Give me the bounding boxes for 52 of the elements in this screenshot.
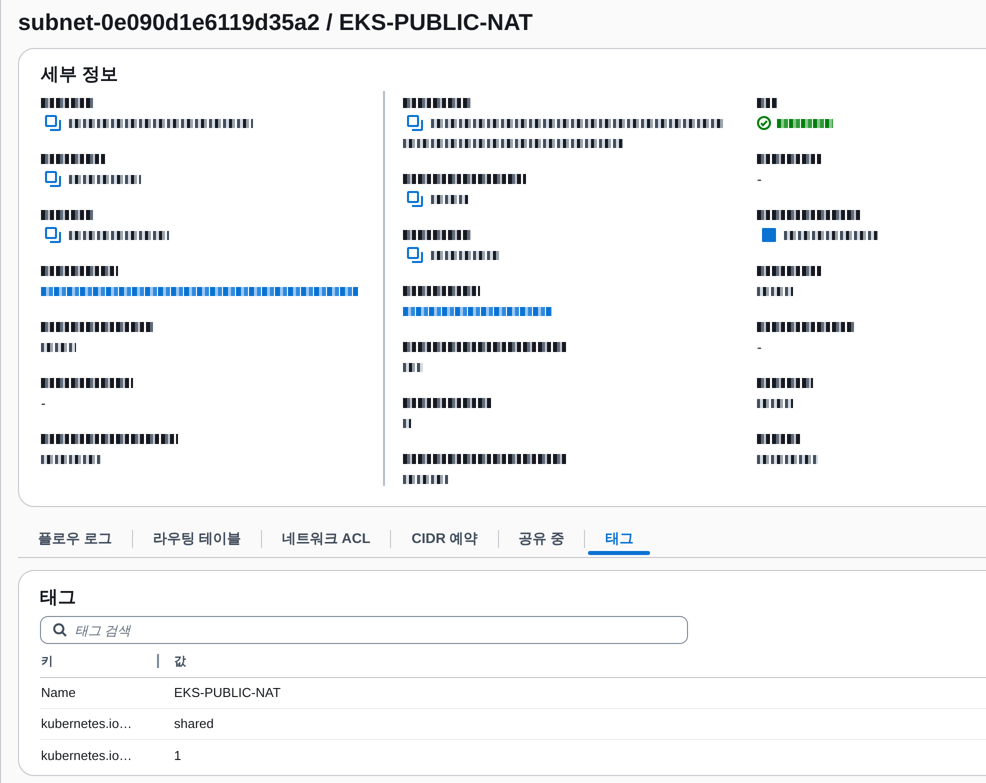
tab[interactable]: 플로우 로그 (18, 520, 132, 558)
pixelated-text (41, 454, 101, 464)
copy-icon[interactable] (407, 247, 423, 263)
table-cell-text: shared (174, 715, 214, 734)
status-icon (757, 116, 771, 130)
tab[interactable]: CIDR 예약 (391, 520, 498, 558)
column-header: 키 (40, 652, 54, 670)
pixelated-text (431, 194, 468, 204)
search-field[interactable]: 태그 검색 (40, 616, 688, 644)
pixelated-text (69, 174, 141, 184)
search-icon (53, 623, 67, 637)
section-title: 세부 정보 (41, 63, 118, 86)
page-title: subnet-0e090d1e6119d35a2 / EKS-PUBLIC-NAT (18, 8, 533, 36)
pixelated-text (757, 154, 821, 164)
pixelated-text (41, 210, 93, 220)
table-cell-text: Name (40, 684, 77, 702)
copy-icon[interactable] (45, 115, 61, 131)
pixelated-text (403, 362, 423, 372)
tab[interactable]: 태그 (585, 520, 654, 558)
column-resize-handle[interactable] (157, 654, 159, 668)
pixelated-text (777, 118, 833, 128)
tab[interactable]: 라우팅 테이블 (132, 520, 261, 558)
field-value: - (757, 338, 762, 356)
table-cell-text: 1 (174, 746, 182, 765)
pixelated-text (431, 250, 500, 260)
field-value: - (41, 394, 46, 412)
table-cell-text: kubernetes.io… (40, 715, 134, 734)
pixelated-text (757, 286, 793, 296)
copy-icon[interactable] (407, 115, 423, 131)
pixelated-text (757, 434, 801, 444)
pixelated-text (757, 378, 813, 388)
pixelated-text (41, 154, 105, 164)
table-cell-text: EKS-PUBLIC-NAT (174, 684, 281, 702)
pixelated-text (41, 98, 93, 108)
pixelated-text (403, 230, 471, 240)
copy-icon[interactable] (45, 227, 61, 243)
pixelated-text (41, 342, 76, 352)
field-value: - (757, 170, 762, 188)
pixelated-text (757, 398, 793, 408)
tab[interactable]: 네트워크 ACL (262, 520, 390, 558)
section-title: 태그 (40, 586, 76, 609)
copy-icon[interactable] (45, 171, 61, 187)
pixelated-text (403, 474, 448, 484)
table-cell-text: kubernetes.io… (40, 746, 134, 765)
pixelated-text (403, 98, 471, 108)
tab[interactable]: 공유 중 (498, 520, 584, 558)
pixelated-text (757, 454, 818, 464)
pixelated-text (403, 418, 411, 428)
copy-icon[interactable] (407, 191, 423, 207)
column-header: 값 (174, 652, 186, 670)
pixelated-text (757, 266, 821, 276)
pixelated-text (757, 98, 777, 108)
